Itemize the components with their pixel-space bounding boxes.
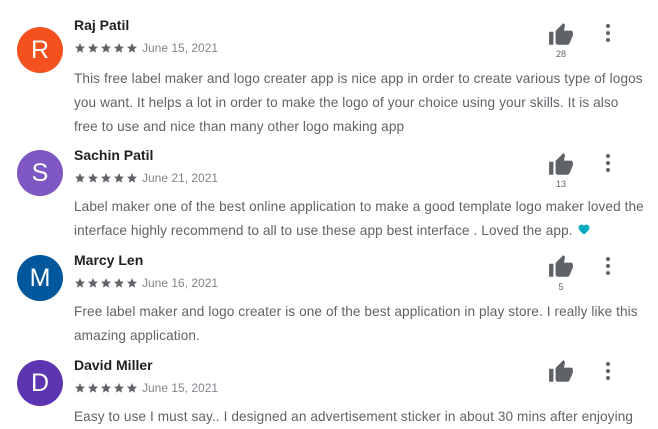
- reviewer-name: Marcy Len: [74, 252, 144, 268]
- star-icon: [74, 172, 86, 184]
- star-icon: [113, 277, 125, 289]
- helpful-count: 5: [558, 282, 564, 292]
- avatar: M: [17, 255, 63, 301]
- heart-icon: [577, 219, 591, 243]
- star-icon: [74, 382, 86, 394]
- review-text: Easy to use I must say.. I designed an a…: [74, 409, 634, 424]
- helpful-count: 28: [555, 49, 566, 59]
- reviewer-name: Sachin Patil: [74, 147, 154, 163]
- star-icon: [126, 277, 138, 289]
- review-date: June 15, 2021: [142, 41, 219, 55]
- review-date: June 16, 2021: [142, 276, 219, 290]
- star-icon: [100, 42, 112, 54]
- star-rating: [74, 277, 139, 289]
- review-date: June 21, 2021: [142, 171, 219, 185]
- star-icon: [113, 42, 125, 54]
- more-options-icon[interactable]: [600, 256, 616, 276]
- more-options-icon[interactable]: [600, 361, 616, 381]
- star-icon: [100, 382, 112, 394]
- thumbs-up-icon[interactable]: [548, 254, 574, 280]
- star-rating: [74, 382, 139, 394]
- thumbs-up-icon[interactable]: [548, 22, 574, 48]
- star-icon: [126, 382, 138, 394]
- reviewer-name: David Miller: [74, 357, 153, 373]
- star-icon: [87, 42, 99, 54]
- star-icon: [113, 382, 125, 394]
- thumbs-up-icon[interactable]: [548, 359, 574, 385]
- star-icon: [74, 42, 86, 54]
- star-icon: [74, 277, 86, 289]
- reviewer-name: Raj Patil: [74, 17, 130, 33]
- helpful-count: 13: [555, 179, 566, 189]
- more-options-icon[interactable]: [600, 23, 616, 43]
- star-rating: [74, 42, 139, 54]
- thumbs-up-icon[interactable]: [548, 152, 574, 178]
- star-icon: [126, 42, 138, 54]
- review-text: Label maker one of the best online appli…: [74, 195, 644, 243]
- star-icon: [126, 172, 138, 184]
- star-icon: [100, 277, 112, 289]
- star-rating: [74, 172, 139, 184]
- star-icon: [100, 172, 112, 184]
- avatar: D: [17, 360, 63, 406]
- more-options-icon[interactable]: [600, 153, 616, 173]
- star-icon: [87, 172, 99, 184]
- star-icon: [87, 382, 99, 394]
- avatar: R: [17, 27, 63, 73]
- star-icon: [87, 277, 99, 289]
- review-text: Free label maker and logo creater is one…: [74, 304, 638, 343]
- review-text-content: Label maker one of the best online appli…: [74, 199, 644, 238]
- star-icon: [113, 172, 125, 184]
- review-date: June 15, 2021: [142, 381, 219, 395]
- review-text: This free label maker and logo creater a…: [74, 71, 643, 134]
- avatar: S: [17, 150, 63, 196]
